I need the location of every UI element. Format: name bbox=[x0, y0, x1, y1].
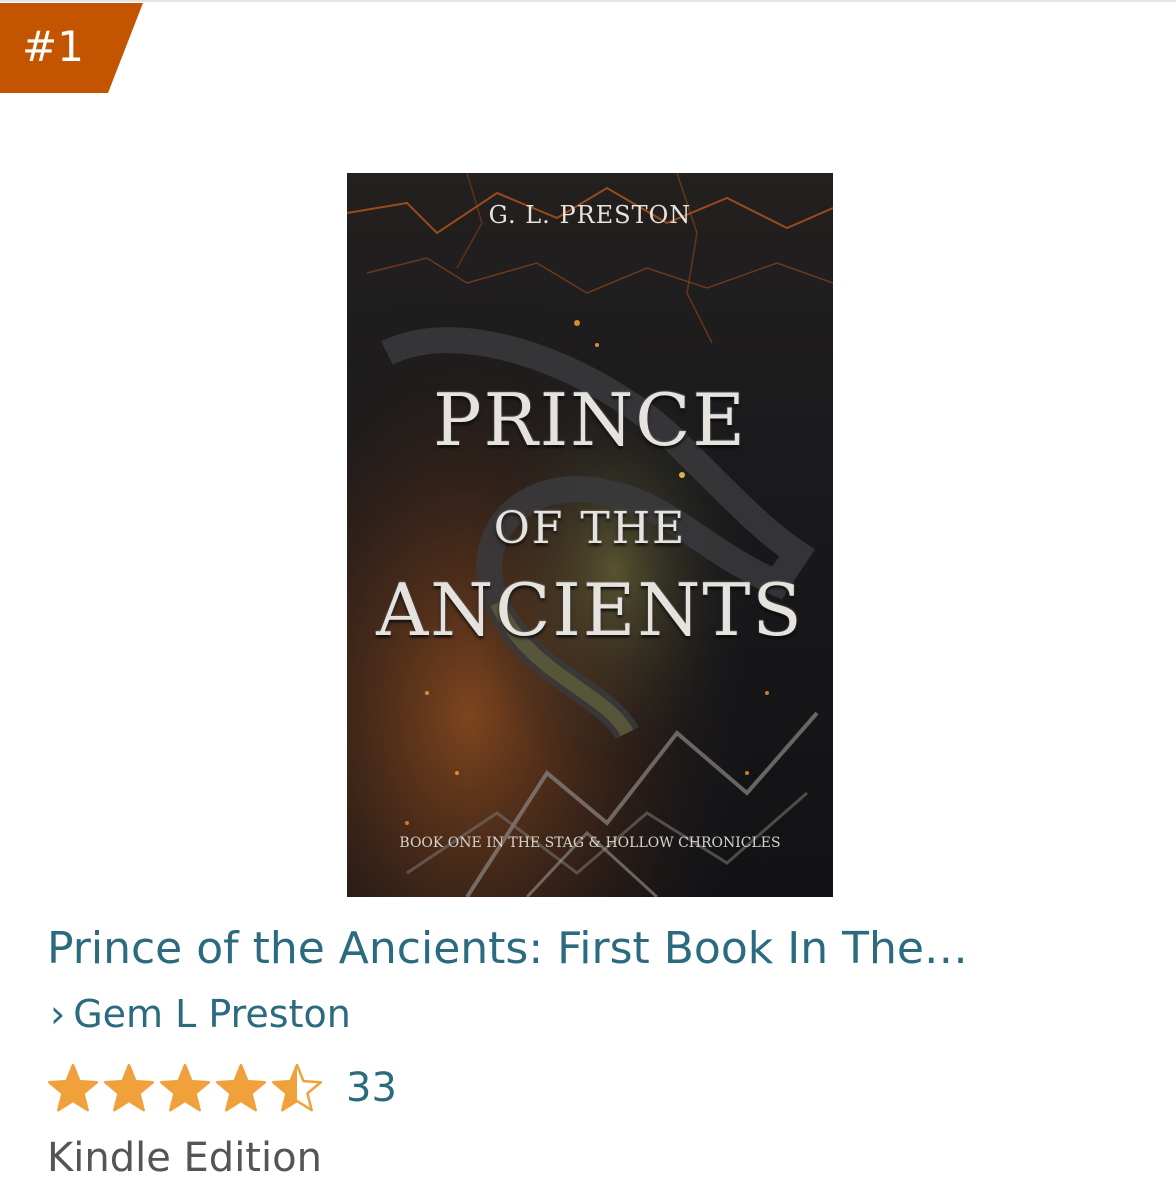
product-title-link[interactable]: Prince of the Ancients: First Book In Th… bbox=[47, 922, 1147, 976]
star-icon bbox=[47, 1063, 99, 1112]
author-link[interactable]: › Gem L Preston bbox=[50, 990, 351, 1038]
cover-subtitle-text: BOOK ONE IN THE STAG & HOLLOW CHRONICLES bbox=[399, 835, 781, 851]
cover-title-line2: OF THE bbox=[493, 503, 687, 554]
rank-label: #1 bbox=[22, 22, 84, 71]
rank-badge: #1 bbox=[0, 3, 143, 93]
rating-count[interactable]: 33 bbox=[346, 1064, 397, 1112]
top-divider bbox=[0, 0, 1176, 2]
format-label: Kindle Edition bbox=[47, 1135, 322, 1181]
stars-icon bbox=[47, 1063, 323, 1112]
book-cover-image[interactable]: G. L. PRESTON PRINCE OF THE ANCIENTS BOO… bbox=[347, 173, 833, 897]
author-name: Gem L Preston bbox=[73, 992, 351, 1036]
star-icon bbox=[103, 1063, 155, 1112]
chevron-right-icon: › bbox=[50, 992, 66, 1036]
cover-title-line3: ANCIENTS bbox=[376, 568, 804, 652]
star-icon bbox=[215, 1063, 267, 1112]
star-icon bbox=[159, 1063, 211, 1112]
star-icon bbox=[271, 1063, 323, 1112]
cover-title-line1: PRINCE bbox=[433, 378, 747, 462]
cover-author-text: G. L. PRESTON bbox=[488, 201, 692, 229]
